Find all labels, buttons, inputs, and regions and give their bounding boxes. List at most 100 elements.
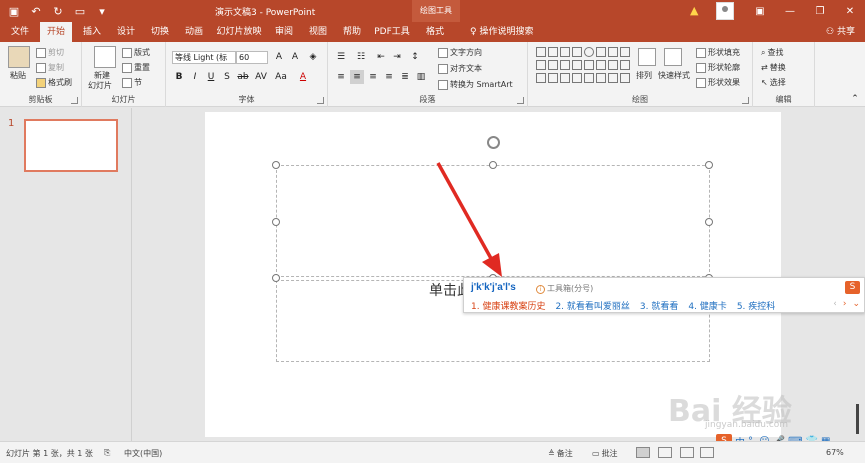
font-size-combo[interactable]: 60 — [236, 51, 268, 64]
title-placeholder[interactable] — [276, 165, 710, 277]
slideshow-view-icon[interactable] — [700, 447, 714, 458]
language-indicator[interactable]: 中文(中国) — [124, 448, 162, 459]
underline-icon[interactable]: U — [204, 70, 218, 84]
tab-pdf-tools[interactable]: PDF工具 — [372, 22, 412, 42]
italic-icon[interactable]: I — [188, 70, 202, 84]
shape-icon[interactable] — [572, 60, 582, 70]
bullets-icon[interactable]: ☰ — [334, 50, 348, 64]
scrollbar-thumb[interactable] — [856, 404, 859, 434]
tab-view[interactable]: 视图 — [304, 22, 332, 42]
maximize-icon[interactable]: ❐ — [805, 0, 835, 22]
next-page-icon[interactable]: › — [843, 299, 847, 309]
resize-handle[interactable] — [272, 218, 280, 226]
tab-help[interactable]: 帮助 — [338, 22, 366, 42]
tab-slideshow[interactable]: 幻灯片放映 — [214, 22, 264, 42]
quick-styles-icon[interactable] — [664, 48, 682, 66]
ribbon-display-icon[interactable]: ▣ — [745, 0, 775, 22]
present-icon[interactable]: ▭ — [72, 3, 88, 19]
copy-button[interactable]: 复制 — [36, 62, 64, 73]
shape-icon[interactable] — [596, 47, 606, 57]
tell-me-search[interactable]: ♀ 操作说明搜索 — [470, 22, 533, 42]
line-spacing-icon[interactable]: ↕ — [408, 50, 422, 64]
shape-icon[interactable] — [536, 73, 546, 83]
shape-icon[interactable] — [536, 60, 546, 70]
shrink-font-icon[interactable]: A — [288, 50, 302, 64]
shape-icon[interactable] — [584, 60, 594, 70]
ime-toolbox-hint[interactable]: i 工具箱(分号) — [536, 283, 593, 294]
redo-icon[interactable]: ↻ — [50, 3, 66, 19]
shape-icon[interactable] — [596, 60, 606, 70]
expand-icon[interactable]: ⌄ — [852, 299, 860, 309]
tab-format[interactable]: 格式 — [418, 22, 452, 42]
shape-fill-button[interactable]: 形状填充 — [696, 47, 740, 58]
shape-icon[interactable] — [560, 60, 570, 70]
normal-view-icon[interactable] — [636, 447, 650, 458]
align-right-icon[interactable]: ≡ — [366, 70, 380, 84]
ime-candidate[interactable]: 4. 健康卡 — [688, 299, 726, 312]
shape-effects-button[interactable]: 形状效果 — [696, 77, 740, 88]
slide-sorter-icon[interactable] — [658, 447, 672, 458]
shape-icon[interactable] — [548, 73, 558, 83]
justify-icon[interactable]: ≡ — [382, 70, 396, 84]
tab-file[interactable]: 文件 — [6, 22, 34, 42]
tab-design[interactable]: 设计 — [112, 22, 140, 42]
new-slide-label[interactable]: 幻灯片 — [88, 80, 112, 91]
tab-animations[interactable]: 动画 — [180, 22, 208, 42]
columns-icon[interactable]: ▥ — [414, 70, 428, 84]
quick-styles-button[interactable]: 快速样式 — [658, 70, 690, 81]
numbering-icon[interactable]: ☷ — [354, 50, 368, 64]
reading-view-icon[interactable] — [680, 447, 694, 458]
drawing-launcher-icon[interactable] — [742, 97, 749, 104]
shapes-gallery[interactable] — [536, 47, 632, 87]
font-name-combo[interactable]: 等线 Light (标 — [172, 51, 236, 64]
prev-page-icon[interactable]: ‹ — [833, 299, 837, 309]
reset-button[interactable]: 重置 — [122, 62, 150, 73]
tab-insert[interactable]: 插入 — [78, 22, 106, 42]
resize-handle[interactable] — [705, 161, 713, 169]
resize-handle[interactable] — [272, 161, 280, 169]
resize-handle[interactable] — [272, 274, 280, 282]
tab-home[interactable]: 开始 — [40, 22, 72, 42]
ime-candidate[interactable]: 2. 就看看叫爱丽丝 — [555, 299, 629, 312]
shape-icon[interactable] — [584, 47, 594, 57]
text-direction-button[interactable]: 文字方向 — [438, 47, 482, 58]
comments-button[interactable]: ▭ 批注 — [592, 446, 618, 460]
save-icon[interactable]: ▣ — [6, 3, 22, 19]
cut-button[interactable]: 剪切 — [36, 47, 64, 58]
shape-icon[interactable] — [560, 73, 570, 83]
shadow-icon[interactable]: S — [220, 70, 234, 84]
bold-icon[interactable]: B — [172, 70, 186, 84]
ime-candidate[interactable]: 5. 疾控科 — [737, 299, 775, 312]
distribute-icon[interactable]: ≣ — [398, 70, 412, 84]
char-spacing-icon[interactable]: AV — [254, 70, 268, 84]
collapse-ribbon-icon[interactable]: ⌃ — [848, 92, 862, 106]
tab-transitions[interactable]: 切换 — [146, 22, 174, 42]
undo-icon[interactable]: ↶ — [28, 3, 44, 19]
font-color-icon[interactable]: A — [296, 70, 310, 84]
ime-candidate[interactable]: 1. 健康课教案历史 — [471, 299, 545, 312]
slide-thumbnail[interactable] — [24, 119, 118, 172]
increase-indent-icon[interactable]: ⇥ — [390, 50, 404, 64]
strikethrough-icon[interactable]: ab — [236, 70, 250, 84]
arrange-button[interactable]: 排列 — [636, 70, 652, 81]
arrange-icon[interactable] — [638, 48, 656, 66]
shape-icon[interactable] — [548, 47, 558, 57]
shape-icon[interactable] — [620, 73, 630, 83]
shape-icon[interactable] — [572, 47, 582, 57]
shape-icon[interactable] — [608, 73, 618, 83]
ime-candidate[interactable]: 3. 就看看 — [640, 299, 678, 312]
font-launcher-icon[interactable] — [317, 97, 324, 104]
change-case-icon[interactable]: Aa — [274, 70, 288, 84]
shape-icon[interactable] — [620, 60, 630, 70]
clear-format-icon[interactable]: ◈ — [306, 50, 320, 64]
rotate-handle-icon[interactable] — [487, 136, 500, 149]
paste-icon[interactable] — [8, 46, 30, 68]
shape-icon[interactable] — [608, 60, 618, 70]
align-left-icon[interactable]: ≡ — [334, 70, 348, 84]
resize-handle[interactable] — [705, 218, 713, 226]
smartart-button[interactable]: 转换为 SmartArt — [438, 79, 513, 90]
shape-icon[interactable] — [596, 73, 606, 83]
grow-font-icon[interactable]: A — [272, 50, 286, 64]
resize-handle[interactable] — [489, 161, 497, 169]
zoom-level[interactable]: 67% — [826, 448, 844, 457]
